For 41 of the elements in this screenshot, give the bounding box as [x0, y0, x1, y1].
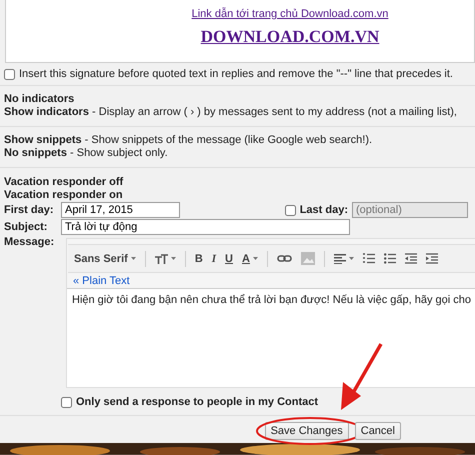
indent-icon[interactable] — [426, 253, 438, 264]
field-label: Subject: — [4, 220, 48, 234]
underline-button[interactable]: U — [225, 252, 233, 265]
bold-button[interactable]: B — [194, 252, 203, 265]
caret-icon — [170, 257, 176, 260]
bulleted-list-icon[interactable] — [384, 253, 396, 264]
text-color-button[interactable]: A — [242, 252, 258, 265]
vacation-option[interactable]: Vacation responder on — [4, 189, 471, 202]
snippet-option[interactable]: No snippets - Show subject only. — [4, 147, 168, 160]
cancel-button[interactable]: Cancel — [354, 422, 401, 440]
subject-field[interactable]: Trả lời tự động — [61, 219, 350, 236]
checkbox-label: Only send a response to people in my Contact — [76, 396, 318, 410]
signature-checkbox[interactable] — [4, 68, 15, 80]
checkbox-label: Insert this signature before quoted text in replies and remove the "--" line that precedes it. — [19, 68, 453, 80]
numbered-list-icon[interactable] — [362, 253, 375, 264]
save-button[interactable]: Save Changes — [264, 422, 349, 440]
italic-button[interactable]: I — [212, 252, 216, 265]
message-field[interactable]: Hiện giờ tôi đang bận nên chưa thể trả lời bạn được! Nếu là việc gấp, hãy gọi cho — [67, 288, 475, 388]
caret-icon — [130, 257, 136, 260]
logo-link[interactable]: DOWNLOAD.COM.VN — [200, 27, 380, 47]
homepage-link[interactable]: Link dẫn tới trang chủ Download.com.vn — [192, 8, 388, 20]
link-icon[interactable] — [276, 255, 292, 262]
indicator-option[interactable]: No indicators — [4, 93, 74, 106]
caret-icon — [348, 257, 354, 260]
font-size-button[interactable] — [154, 254, 176, 264]
field-label: Message: — [4, 236, 56, 250]
font-dropdown[interactable]: Sans Serif — [74, 252, 136, 265]
contacts-only-checkbox[interactable] — [61, 397, 72, 408]
first-day-field[interactable]: April 17, 2015 — [61, 202, 180, 218]
snippet-option[interactable]: Show snippets - Show snippets of the message (like Google web search!). — [4, 134, 372, 148]
outdent-icon[interactable] — [404, 253, 417, 264]
plain-text-link[interactable]: « Plain Text — [67, 273, 136, 288]
caret-icon — [252, 257, 258, 260]
vacation-option[interactable]: Vacation responder off — [4, 176, 471, 190]
field-label: Last day: — [300, 204, 348, 217]
field-label: First day: — [4, 204, 55, 217]
last-day-checkbox[interactable] — [284, 204, 296, 216]
align-left-icon — [334, 253, 346, 264]
indicator-option[interactable]: Show indicators - Display an arrow ( › ) by messages sent to my address (not a mailing list), — [4, 106, 457, 120]
text-size-icon — [154, 254, 168, 264]
align-button[interactable] — [334, 253, 354, 264]
